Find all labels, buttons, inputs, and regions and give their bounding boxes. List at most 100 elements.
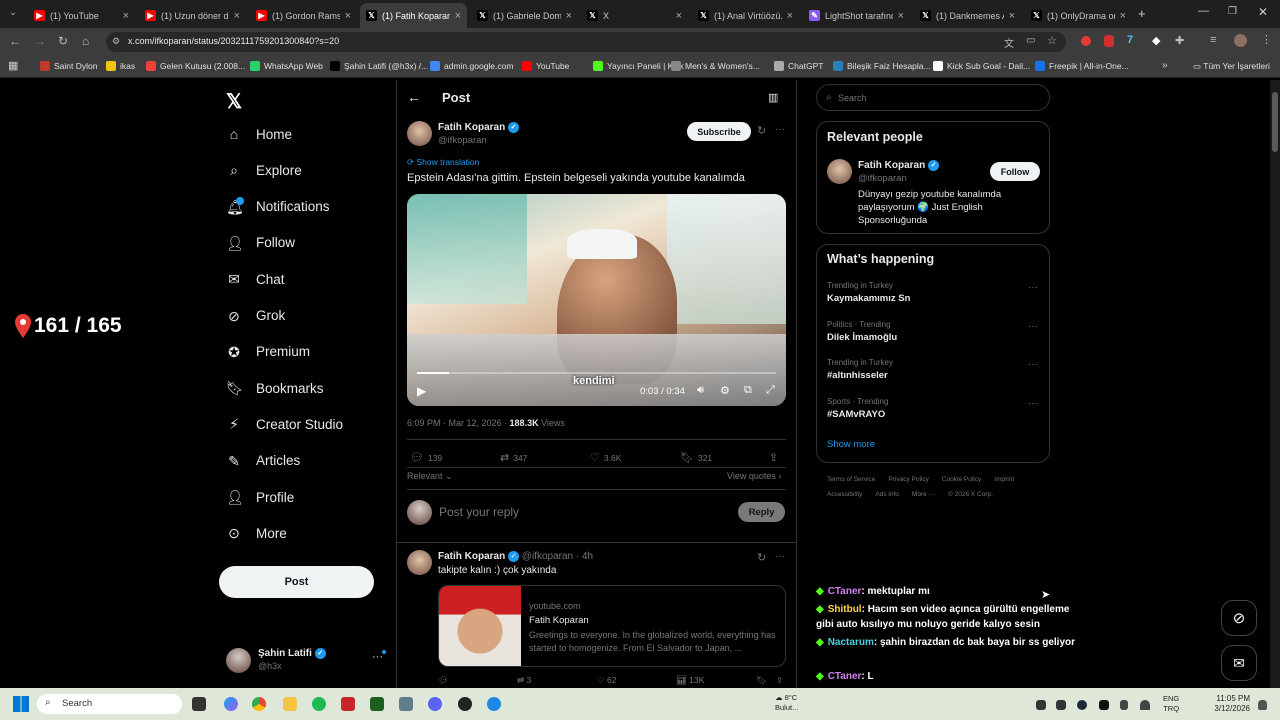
browser-tab[interactable]: 𝕏 X × bbox=[581, 3, 688, 28]
grok-floating-button[interactable]: ⊘ bbox=[1221, 600, 1257, 636]
app-blue-icon[interactable] bbox=[487, 697, 501, 711]
bookmark-star-icon[interactable]: ☆ bbox=[1047, 34, 1057, 47]
tab-close-icon[interactable]: × bbox=[455, 10, 461, 22]
bookmark-item[interactable]: WhatsApp Web bbox=[250, 61, 323, 71]
footer-link[interactable]: © 2026 X Corp. bbox=[948, 491, 993, 498]
copilot-icon[interactable] bbox=[224, 697, 238, 711]
bookmark-count-button[interactable]: 🔖︎ 321 bbox=[680, 451, 712, 464]
bookmark-item[interactable]: Şahin Latifi (@h3x) /... bbox=[330, 61, 428, 71]
tab-close-icon[interactable]: × bbox=[566, 10, 572, 22]
browser-tab[interactable]: 𝕏 (1) OnlyDrama or... × bbox=[1025, 3, 1132, 28]
tab-close-icon[interactable]: × bbox=[1120, 10, 1126, 22]
language-indicator[interactable]: ENG TRQ bbox=[1163, 694, 1179, 714]
all-bookmarks-folder[interactable]: ▭ Tüm Yer İşaretleri bbox=[1193, 61, 1270, 72]
reply-author-avatar[interactable] bbox=[407, 550, 432, 575]
post-button[interactable]: Post bbox=[219, 566, 374, 598]
site-info-icon[interactable]: ⚙ bbox=[112, 36, 120, 47]
footer-link[interactable]: Privacy Policy bbox=[888, 476, 928, 483]
share-button[interactable]: ⇪ bbox=[769, 451, 778, 464]
reply-bookmark-icon[interactable]: 🔖︎ bbox=[756, 675, 767, 686]
new-tab-button[interactable]: + bbox=[1138, 6, 1146, 21]
back-arrow-icon[interactable]: ← bbox=[407, 89, 421, 105]
tab-search-button[interactable]: ⌄ bbox=[6, 7, 20, 21]
view-quotes-link[interactable]: View quotes › bbox=[727, 471, 781, 481]
browser-tab[interactable]: ▶ (1) Uzun döner d... × bbox=[139, 3, 246, 28]
cast-icon[interactable]: ▭ bbox=[1026, 35, 1035, 46]
reply-grok-icon[interactable]: ↻ bbox=[757, 551, 766, 564]
sidebar-item-creator-studio[interactable]: ⚡︎ Creator Studio bbox=[226, 416, 343, 432]
bookmark-item[interactable]: Bileşik Faiz Hesapla... bbox=[833, 61, 931, 71]
weather-widget[interactable]: ☁ 8°C Bulut... bbox=[775, 693, 798, 713]
browser-tab[interactable]: 𝕏 (1) Dankmemes A... × bbox=[914, 3, 1021, 28]
reply-author-handle[interactable]: @ifkoparan bbox=[522, 551, 573, 562]
trend-item[interactable]: Trending in Turkey Kaymakamımız Sn bbox=[827, 281, 1027, 304]
discord-icon[interactable] bbox=[428, 697, 442, 711]
tray-mic-icon[interactable] bbox=[1120, 700, 1128, 710]
tab-close-icon[interactable]: × bbox=[345, 10, 351, 22]
grok-explain-icon[interactable]: ↻ bbox=[757, 124, 766, 137]
sidebar-item-home[interactable]: ⌂ Home bbox=[226, 126, 292, 142]
sidebar-item-explore[interactable]: ⌕ Explore bbox=[226, 162, 302, 178]
relevant-person-name[interactable]: Fatih Koparan bbox=[858, 160, 925, 171]
reply-more-icon[interactable]: ··· bbox=[775, 551, 785, 562]
link-card[interactable]: youtube.com Fatih Koparan Greetings to e… bbox=[438, 585, 786, 667]
play-icon[interactable]: ▶ bbox=[417, 384, 426, 398]
relevant-person-avatar[interactable] bbox=[827, 159, 852, 184]
page-scrollbar-thumb[interactable] bbox=[1272, 92, 1278, 152]
sidebar-item-more[interactable]: ⊙ More bbox=[226, 525, 287, 541]
search-input[interactable]: ⌕ Search bbox=[816, 84, 1050, 111]
sidebar-item-chat[interactable]: ✉ Chat bbox=[226, 271, 284, 287]
apps-grid-icon[interactable]: ▦ bbox=[8, 59, 18, 72]
trend-item[interactable]: Trending in Turkey #altınhisseler bbox=[827, 358, 1027, 381]
bookmark-item[interactable]: Gelen Kutusu (2.008... bbox=[146, 61, 245, 71]
like-count-button[interactable]: ♡ 3.6K bbox=[590, 451, 621, 464]
tab-close-icon[interactable]: × bbox=[234, 10, 240, 22]
obs-icon[interactable] bbox=[458, 697, 472, 711]
file-explorer-icon[interactable] bbox=[283, 697, 297, 711]
back-icon[interactable]: ← bbox=[9, 34, 21, 48]
task-view-icon[interactable] bbox=[192, 697, 206, 711]
footer-link[interactable]: Accessibility bbox=[827, 491, 862, 498]
show-more-link[interactable]: Show more bbox=[827, 439, 875, 450]
reply-count-button[interactable]: 💬︎ 139 bbox=[410, 451, 442, 464]
bookmark-item[interactable]: Men's & Women's... bbox=[671, 61, 760, 71]
reply-like-button[interactable]: ♡ 62 bbox=[597, 675, 616, 686]
close-window-button[interactable]: ✕ bbox=[1258, 5, 1268, 19]
footer-link[interactable]: Cookie Policy bbox=[942, 476, 981, 483]
clock[interactable]: 11:05 PM 3/12/2026 bbox=[1200, 694, 1250, 714]
bookmark-item[interactable]: ikas bbox=[106, 61, 135, 71]
bookmark-item[interactable]: admin.google.com bbox=[430, 61, 513, 71]
extensions-puzzle-icon[interactable]: ✚ bbox=[1175, 34, 1184, 47]
translate-icon[interactable]: 文 bbox=[1004, 35, 1014, 50]
post-author-handle[interactable]: @ifkoparan bbox=[438, 135, 487, 146]
footer-link[interactable]: Ads info bbox=[875, 491, 899, 498]
reply-author-name[interactable]: Fatih Koparan bbox=[438, 551, 505, 562]
browser-tab[interactable]: ▶ (1) YouTube × bbox=[28, 3, 135, 28]
browser-tab[interactable]: 𝕏 (1) Anal Virtüözü... × bbox=[692, 3, 799, 28]
fullscreen-icon[interactable]: ⤢ bbox=[766, 384, 775, 397]
reload-icon[interactable]: ↻ bbox=[58, 34, 68, 48]
extension-shield-icon[interactable] bbox=[1104, 35, 1114, 47]
browser-tab[interactable]: 𝕏 (1) Fatih Koparan × bbox=[360, 3, 467, 28]
extension-red-icon[interactable] bbox=[1081, 36, 1091, 46]
repost-count-button[interactable]: ⇄ 347 bbox=[500, 451, 527, 464]
bookmark-item[interactable]: Saint Dylon bbox=[40, 61, 97, 71]
sidebar-item-premium[interactable]: ✪ Premium bbox=[226, 344, 310, 360]
extension-seven-icon[interactable]: 7 bbox=[1127, 34, 1133, 46]
bookmark-item[interactable]: Kick Sub Goal - Dail... bbox=[933, 61, 1030, 71]
tab-close-icon[interactable]: × bbox=[898, 10, 904, 22]
tray-icon-1[interactable] bbox=[1036, 700, 1046, 710]
url-text[interactable]: x.com/ifkoparan/status/20321117592013008… bbox=[128, 36, 339, 46]
extension-diamond-icon[interactable]: ◆ bbox=[1152, 34, 1160, 47]
bookmarks-overflow-icon[interactable]: » bbox=[1162, 60, 1168, 71]
account-switcher[interactable]: Şahin Latifi ✓ @h3x ··· bbox=[226, 646, 386, 674]
video-progress-track[interactable] bbox=[417, 372, 776, 374]
profile-avatar-icon[interactable] bbox=[1234, 34, 1247, 47]
relevant-person-handle[interactable]: @ifkoparan bbox=[858, 173, 907, 184]
bookmark-item[interactable]: YouTube bbox=[522, 61, 569, 71]
browser-menu-icon[interactable]: ⋮ bbox=[1261, 33, 1272, 46]
subscribe-button[interactable]: Subscribe bbox=[687, 122, 751, 141]
tray-icon-2[interactable] bbox=[1056, 700, 1066, 710]
app-red-icon[interactable] bbox=[341, 697, 355, 711]
sort-relevant-dropdown[interactable]: Relevant ⌄ bbox=[407, 471, 453, 482]
